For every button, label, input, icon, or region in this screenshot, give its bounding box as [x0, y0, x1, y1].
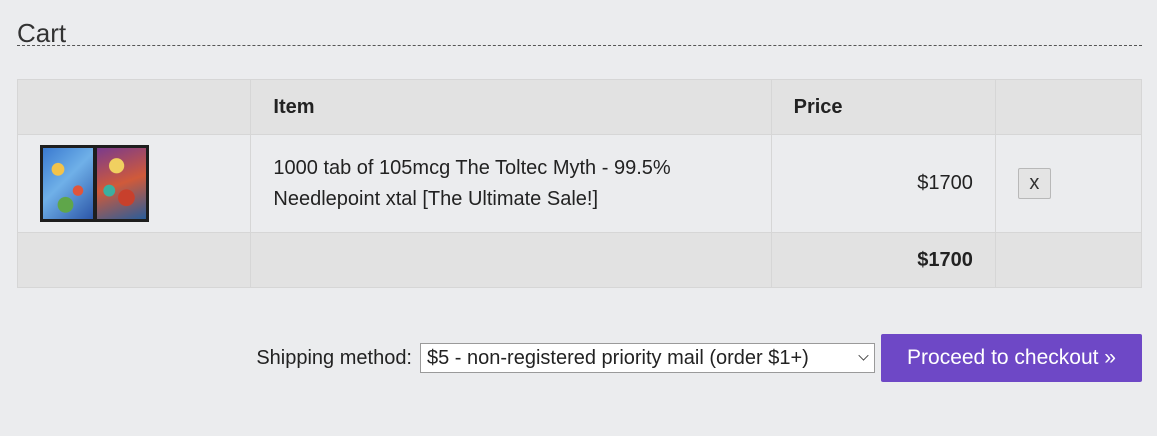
- checkout-bar: Shipping method: $5 - non-registered pri…: [256, 334, 1142, 382]
- header-item: Item: [250, 79, 772, 135]
- proceed-to-checkout-button[interactable]: Proceed to checkout »: [881, 334, 1142, 382]
- chevron-down-icon: [858, 350, 869, 361]
- header-action: [994, 79, 1143, 135]
- total-empty-cell: [994, 232, 1143, 288]
- total-empty-cell: [16, 232, 252, 288]
- cart-page: Cart Item Price 1000 tab of 105mcg The T…: [0, 0, 1157, 436]
- header-image: [16, 79, 252, 135]
- item-price: $1700: [770, 134, 996, 233]
- shipping-method-label: Shipping method:: [256, 346, 412, 369]
- cart-total: $1700: [770, 232, 996, 288]
- remove-item-button[interactable]: x: [1017, 168, 1051, 199]
- cart-header-row: Item Price: [16, 79, 1143, 135]
- shipping-method-select[interactable]: $5 - non-registered priority mail (order…: [420, 343, 875, 373]
- total-row: $1700: [16, 232, 1143, 288]
- blotter-art-right: [96, 148, 146, 219]
- page-title: Cart: [17, 18, 67, 48]
- thumbnail-cell: [16, 134, 252, 233]
- total-empty-cell: [250, 232, 772, 288]
- header-price: Price: [770, 79, 996, 135]
- item-name: 1000 tab of 105mcg The Toltec Myth - 99.…: [250, 134, 772, 233]
- title-divider: [17, 45, 1142, 46]
- table-row: 1000 tab of 105mcg The Toltec Myth - 99.…: [16, 134, 1143, 233]
- remove-cell: x: [994, 134, 1143, 233]
- shipping-selected-value: $5 - non-registered priority mail (order…: [427, 346, 809, 369]
- cart-table: Item Price 1000 tab of 105mcg The Toltec…: [16, 79, 1143, 288]
- product-thumbnail[interactable]: [40, 145, 149, 222]
- blotter-art-left: [43, 148, 93, 219]
